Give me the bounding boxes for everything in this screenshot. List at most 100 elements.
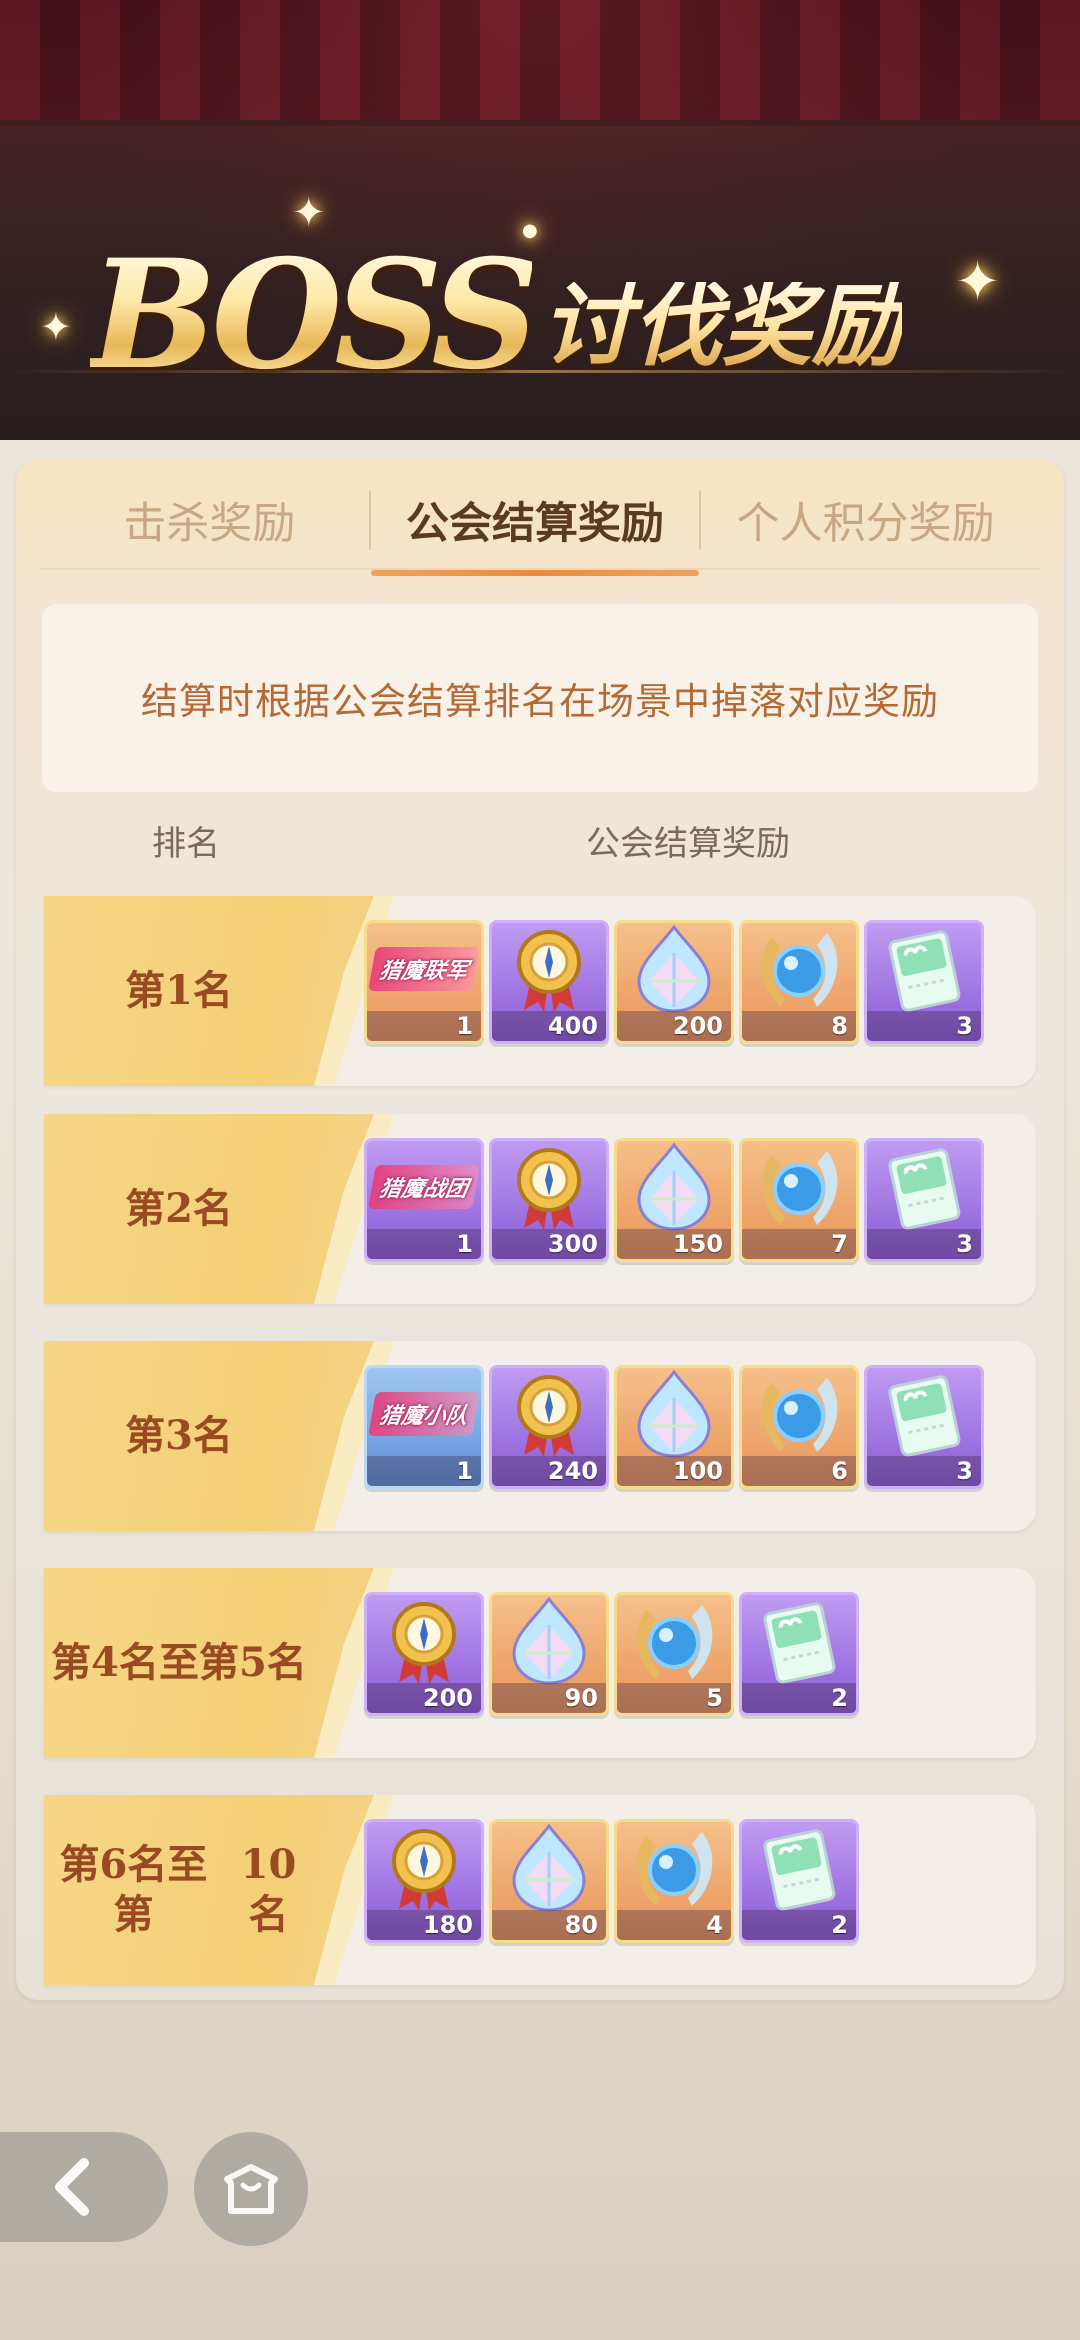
reward-item-list: 180 80 4 2 bbox=[364, 1819, 859, 1943]
rank-label: 第1名 bbox=[125, 967, 233, 1014]
reward-item[interactable]: 2 bbox=[739, 1592, 859, 1716]
notice-text: 结算时根据公会结算排名在场景中掉落对应奖励 bbox=[141, 680, 939, 723]
rank-label: 第4名至第 5名 bbox=[44, 1568, 314, 1758]
medal-icon bbox=[367, 1822, 481, 1914]
item-quantity: 3 bbox=[867, 1229, 981, 1259]
item-quantity: 90 bbox=[492, 1683, 606, 1713]
back-arrow-icon bbox=[55, 2158, 89, 2216]
column-header-reward: 公会结算奖励 bbox=[586, 824, 790, 864]
rank-label-line: 10名 bbox=[240, 1841, 297, 1938]
tab-personal-score-reward[interactable]: 个人积分奖励 bbox=[701, 470, 1030, 570]
reward-item[interactable]: 8 bbox=[739, 920, 859, 1044]
reward-item[interactable]: 100 bbox=[614, 1365, 734, 1489]
orb-icon bbox=[617, 1595, 731, 1687]
item-quantity: 8 bbox=[742, 1011, 856, 1041]
home-icon bbox=[224, 2164, 278, 2214]
title-boss-text: BOSS bbox=[90, 227, 540, 403]
item-quantity: 300 bbox=[492, 1229, 606, 1259]
rank-label-line: 5名 bbox=[239, 1639, 307, 1686]
item-quantity: 3 bbox=[867, 1011, 981, 1041]
orb-icon bbox=[742, 1141, 856, 1233]
reward-item[interactable]: 猎魔战团 1 bbox=[364, 1138, 484, 1262]
header-banner: ✦ ✦ ✦ ● BOSS 讨伐奖励 bbox=[0, 0, 1080, 440]
reward-item[interactable]: 400 bbox=[489, 920, 609, 1044]
crystal-icon bbox=[617, 1368, 731, 1460]
item-quantity: 6 bbox=[742, 1456, 856, 1486]
item-quantity: 400 bbox=[492, 1011, 606, 1041]
orb-icon bbox=[617, 1822, 731, 1914]
reward-item[interactable]: 7 bbox=[739, 1138, 859, 1262]
item-quantity: 240 bbox=[492, 1456, 606, 1486]
column-header-rank: 排名 bbox=[152, 824, 220, 864]
guild-title-icon: 猎魔战团 bbox=[367, 1141, 481, 1233]
crystal-icon bbox=[492, 1822, 606, 1914]
tab-guild-settlement-reward[interactable]: 公会结算奖励 bbox=[370, 470, 700, 576]
medal-icon bbox=[367, 1595, 481, 1687]
reward-row: 第1名 猎魔联军 1 400 200 8 3 bbox=[44, 896, 1036, 1086]
reward-item[interactable]: 2 bbox=[739, 1819, 859, 1943]
item-quantity: 2 bbox=[742, 1683, 856, 1713]
tab-kill-reward[interactable]: 击杀奖励 bbox=[50, 470, 369, 570]
item-quantity: 1 bbox=[367, 1011, 481, 1041]
reward-row: 第2名 猎魔战团 1 300 150 7 3 bbox=[44, 1114, 1036, 1304]
tab-underline bbox=[40, 568, 1040, 570]
reward-item[interactable]: 3 bbox=[864, 920, 984, 1044]
reward-item[interactable]: 200 bbox=[364, 1592, 484, 1716]
notice-box: 结算时根据公会结算排名在场景中掉落对应奖励 bbox=[40, 602, 1040, 794]
guild-title-icon: 猎魔小队 bbox=[367, 1368, 481, 1460]
reward-item-list: 猎魔战团 1 300 150 7 3 bbox=[364, 1138, 984, 1262]
reward-item[interactable]: 240 bbox=[489, 1365, 609, 1489]
reward-item[interactable]: 90 bbox=[489, 1592, 609, 1716]
reward-item[interactable]: 180 bbox=[364, 1819, 484, 1943]
reward-item[interactable]: 5 bbox=[614, 1592, 734, 1716]
ticket-icon bbox=[742, 1595, 856, 1687]
reward-item[interactable]: 150 bbox=[614, 1138, 734, 1262]
medal-icon bbox=[492, 1368, 606, 1460]
curtain-decoration bbox=[0, 0, 1080, 126]
item-quantity: 200 bbox=[617, 1011, 731, 1041]
reward-item[interactable]: 3 bbox=[864, 1365, 984, 1489]
reward-item-list: 200 90 5 2 bbox=[364, 1592, 859, 1716]
reward-row: 第6名至第 10名 180 80 4 2 bbox=[44, 1795, 1036, 1985]
home-button[interactable] bbox=[194, 2132, 308, 2246]
crystal-icon bbox=[617, 1141, 731, 1233]
ticket-icon bbox=[867, 1368, 981, 1460]
reward-row: 第4名至第 5名 200 90 5 2 bbox=[44, 1568, 1036, 1758]
rank-label-line: 第4名至第 bbox=[51, 1639, 239, 1686]
title-cn-text: 讨伐奖励 bbox=[541, 274, 902, 379]
guild-title-badge-text: 猎魔小队 bbox=[368, 1392, 480, 1436]
reward-item-list: 猎魔联军 1 400 200 8 3 bbox=[364, 920, 984, 1044]
reward-item[interactable]: 猎魔小队 1 bbox=[364, 1365, 484, 1489]
guild-title-badge-text: 猎魔战团 bbox=[368, 1165, 480, 1209]
item-quantity: 7 bbox=[742, 1229, 856, 1259]
item-quantity: 1 bbox=[367, 1229, 481, 1259]
item-quantity: 4 bbox=[617, 1910, 731, 1940]
reward-item[interactable]: 300 bbox=[489, 1138, 609, 1262]
reward-item[interactable]: 200 bbox=[614, 920, 734, 1044]
ticket-icon bbox=[867, 1141, 981, 1233]
crystal-icon bbox=[492, 1595, 606, 1687]
reward-item[interactable]: 3 bbox=[864, 1138, 984, 1262]
item-quantity: 2 bbox=[742, 1910, 856, 1940]
item-quantity: 200 bbox=[367, 1683, 481, 1713]
item-quantity: 180 bbox=[367, 1910, 481, 1940]
reward-item[interactable]: 猎魔联军 1 bbox=[364, 920, 484, 1044]
guild-title-icon: 猎魔联军 bbox=[367, 923, 481, 1015]
item-quantity: 5 bbox=[617, 1683, 731, 1713]
back-button[interactable] bbox=[0, 2132, 168, 2242]
ticket-icon bbox=[742, 1822, 856, 1914]
reward-item[interactable]: 4 bbox=[614, 1819, 734, 1943]
reward-item[interactable]: 6 bbox=[739, 1365, 859, 1489]
rank-label: 第3名 bbox=[125, 1412, 233, 1459]
item-quantity: 3 bbox=[867, 1456, 981, 1486]
reward-item-list: 猎魔小队 1 240 100 6 3 bbox=[364, 1365, 984, 1489]
tab-bar: 击杀奖励 公会结算奖励 个人积分奖励 bbox=[50, 470, 1030, 576]
item-quantity: 150 bbox=[617, 1229, 731, 1259]
reward-item[interactable]: 80 bbox=[489, 1819, 609, 1943]
medal-icon bbox=[492, 923, 606, 1015]
rank-label: 第2名 bbox=[125, 1185, 233, 1232]
item-quantity: 80 bbox=[492, 1910, 606, 1940]
item-quantity: 100 bbox=[617, 1456, 731, 1486]
orb-icon bbox=[742, 1368, 856, 1460]
orb-icon bbox=[742, 923, 856, 1015]
